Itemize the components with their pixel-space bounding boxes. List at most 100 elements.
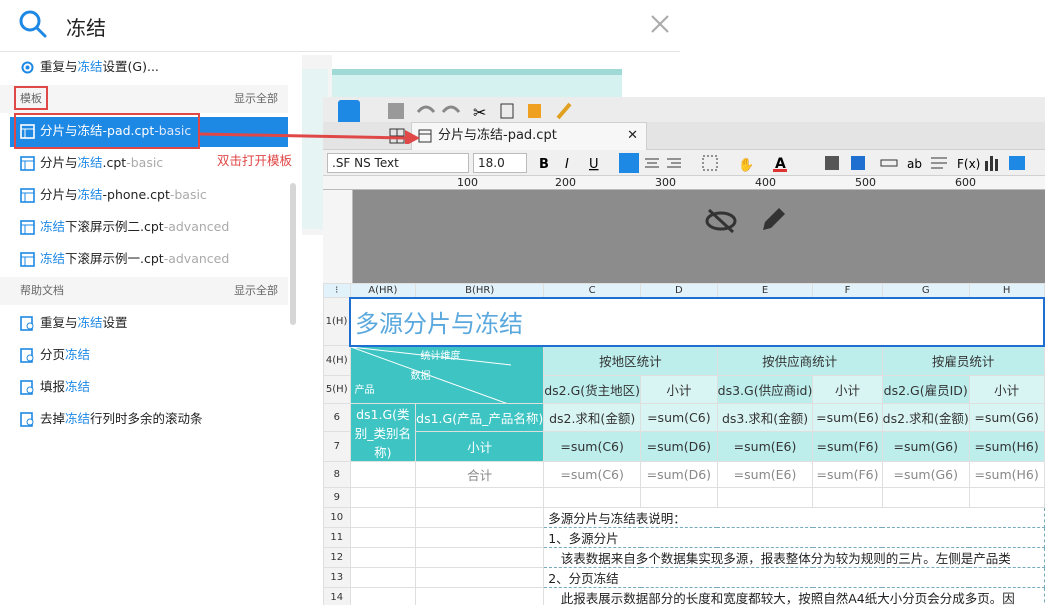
data-cell[interactable] (415, 567, 545, 588)
data-cell[interactable] (349, 487, 417, 508)
col-header[interactable]: F (812, 283, 883, 298)
data-cell[interactable]: 小计 (812, 375, 883, 404)
data-cell[interactable]: =sum(H6) (968, 461, 1045, 488)
data-cell[interactable]: 合计 (415, 461, 545, 488)
data-cell[interactable] (415, 587, 545, 605)
search-input[interactable]: 冻结 (66, 12, 106, 41)
note-cell[interactable]: 多源分片与冻结表说明： (543, 507, 1045, 528)
data-cell[interactable]: =sum(F6) (812, 430, 883, 463)
row-header[interactable]: 7 (323, 430, 351, 463)
data-cell[interactable]: =sum(H6) (968, 430, 1045, 463)
results-scrollbar[interactable] (290, 183, 296, 325)
row-header[interactable]: 14 (323, 587, 351, 605)
row-header[interactable]: 12 (323, 547, 351, 568)
col-header[interactable]: G (881, 283, 970, 298)
font-size-select[interactable]: 18.0 (473, 153, 527, 173)
data-cell[interactable]: ds2.求和(金额) (543, 403, 642, 432)
data-cell[interactable]: =sum(G6) (968, 403, 1045, 432)
data-cell[interactable] (716, 487, 814, 508)
col-header[interactable]: C (543, 283, 642, 298)
data-cell[interactable] (415, 547, 545, 568)
data-cell[interactable] (415, 487, 545, 508)
data-cell[interactable]: =sum(D6) (640, 430, 718, 463)
font-family-select[interactable]: .SF NS Text (327, 153, 469, 173)
row-header[interactable]: 8 (323, 461, 351, 488)
data-cell[interactable]: 小计 (968, 375, 1045, 404)
help-doc-item[interactable]: 填报冻结 (0, 372, 288, 402)
data-cell[interactable]: =sum(E6) (716, 430, 814, 463)
result-setting-item[interactable]: 重复与冻结设置(G)... (0, 52, 288, 82)
help-doc-label: 去掉冻结行列时多余的滚动条 (40, 411, 203, 426)
data-cell[interactable]: ds3.G(供应商id) (716, 375, 814, 404)
data-cell[interactable] (349, 587, 417, 605)
note-cell[interactable]: 1、多源分片 (543, 527, 1045, 548)
template-item[interactable]: 冻结下滚屏示例一.cpt-advanced (0, 244, 288, 274)
row-header[interactable]: 4(H) (323, 345, 351, 376)
data-cell[interactable]: ds2.G(雇员ID) (881, 375, 970, 404)
row-header[interactable]: 10 (323, 507, 351, 528)
data-cell[interactable] (640, 487, 718, 508)
template-item[interactable]: 冻结下滚屏示例二.cpt-advanced (0, 212, 288, 242)
note-cell[interactable]: 该表数据来自多个数据集实现多源，报表整体分为较为规则的三片。左侧是产品类 (543, 547, 1045, 568)
format-icons[interactable]: B I U ✋ A ab F(x) (533, 153, 1043, 173)
row-header[interactable]: 6 (323, 403, 351, 432)
col-header[interactable]: E (716, 283, 814, 298)
row-header[interactable]: 11 (323, 527, 351, 548)
col-header[interactable]: D (640, 283, 718, 298)
report-title-cell[interactable]: 多源分片与冻结 (349, 296, 1045, 347)
data-cell[interactable] (812, 487, 883, 508)
data-cell[interactable] (349, 567, 417, 588)
data-cell[interactable]: =sum(F6) (812, 461, 883, 488)
edit-pencil-icon[interactable] (757, 204, 789, 236)
data-cell[interactable]: =sum(C6) (543, 430, 642, 463)
data-cell[interactable]: =sum(C6) (543, 461, 642, 488)
data-cell[interactable] (349, 507, 417, 528)
hide-icon[interactable] (703, 206, 739, 236)
col-header[interactable]: A(HR) (349, 283, 417, 298)
corner-cell[interactable]: ⁝ (323, 283, 351, 298)
template-item[interactable]: 分片与冻结-phone.cpt-basic (0, 180, 288, 210)
tab-close-icon[interactable]: ✕ (627, 123, 638, 149)
data-cell[interactable] (415, 527, 545, 548)
help-show-all-link[interactable]: 显示全部 (234, 277, 278, 305)
tab-document[interactable]: 分片与冻结-pad.cpt ✕ (411, 122, 647, 150)
data-cell[interactable]: =sum(E6) (716, 461, 814, 488)
data-cell[interactable] (349, 461, 417, 488)
diagonal-header-cell[interactable]: 统计维度 数据 产品 (349, 345, 545, 404)
data-cell[interactable]: =sum(G6) (881, 430, 970, 463)
data-cell[interactable]: ds3.求和(金额) (716, 403, 814, 432)
data-cell[interactable]: =sum(E6) (812, 403, 883, 432)
data-cell[interactable]: ds2.G(货主地区) (543, 375, 642, 404)
data-cell[interactable] (349, 527, 417, 548)
close-icon[interactable] (648, 12, 672, 36)
data-cell[interactable] (881, 487, 970, 508)
row-header[interactable]: 5(H) (323, 375, 351, 404)
note-cell[interactable]: 此报表展示数据部分的长度和宽度都较大，按照自然A4纸大小分页会分成多页。因 (543, 587, 1045, 605)
group-header-cell[interactable]: 按地区统计 (543, 345, 718, 376)
data-cell[interactable]: =sum(G6) (881, 461, 970, 488)
data-cell[interactable]: 小计 (640, 375, 718, 404)
group-header-cell[interactable]: 按供应商统计 (716, 345, 883, 376)
note-cell[interactable]: 2、分页冻结 (543, 567, 1045, 588)
help-doc-item[interactable]: 去掉冻结行列时多余的滚动条 (0, 404, 288, 434)
data-cell[interactable]: =sum(C6) (640, 403, 718, 432)
data-cell[interactable] (543, 487, 642, 508)
data-cell[interactable]: 小计 (415, 430, 545, 463)
help-doc-item[interactable]: 重复与冻结设置 (0, 308, 288, 338)
data-cell[interactable] (968, 487, 1045, 508)
col-header[interactable]: B(HR) (415, 283, 545, 298)
col-header[interactable]: H (968, 283, 1045, 298)
data-cell[interactable]: ds1.G(类别_类别名称) (349, 403, 417, 462)
row-header[interactable]: 1(H) (323, 297, 351, 346)
help-doc-item[interactable]: 分页冻结 (0, 340, 288, 370)
data-cell[interactable] (349, 547, 417, 568)
data-cell[interactable]: ds1.G(产品_产品名称) (415, 403, 545, 432)
templates-show-all-link[interactable]: 显示全部 (234, 85, 278, 113)
row-header[interactable]: 9 (323, 487, 351, 508)
group-header-cell[interactable]: 按雇员统计 (881, 345, 1045, 376)
data-cell[interactable]: ds2.求和(金额) (881, 403, 970, 432)
row-header[interactable]: 13 (323, 567, 351, 588)
data-cell[interactable]: =sum(D6) (640, 461, 718, 488)
data-cell[interactable] (415, 507, 545, 528)
callout-text: 双击打开模板 (217, 153, 293, 168)
